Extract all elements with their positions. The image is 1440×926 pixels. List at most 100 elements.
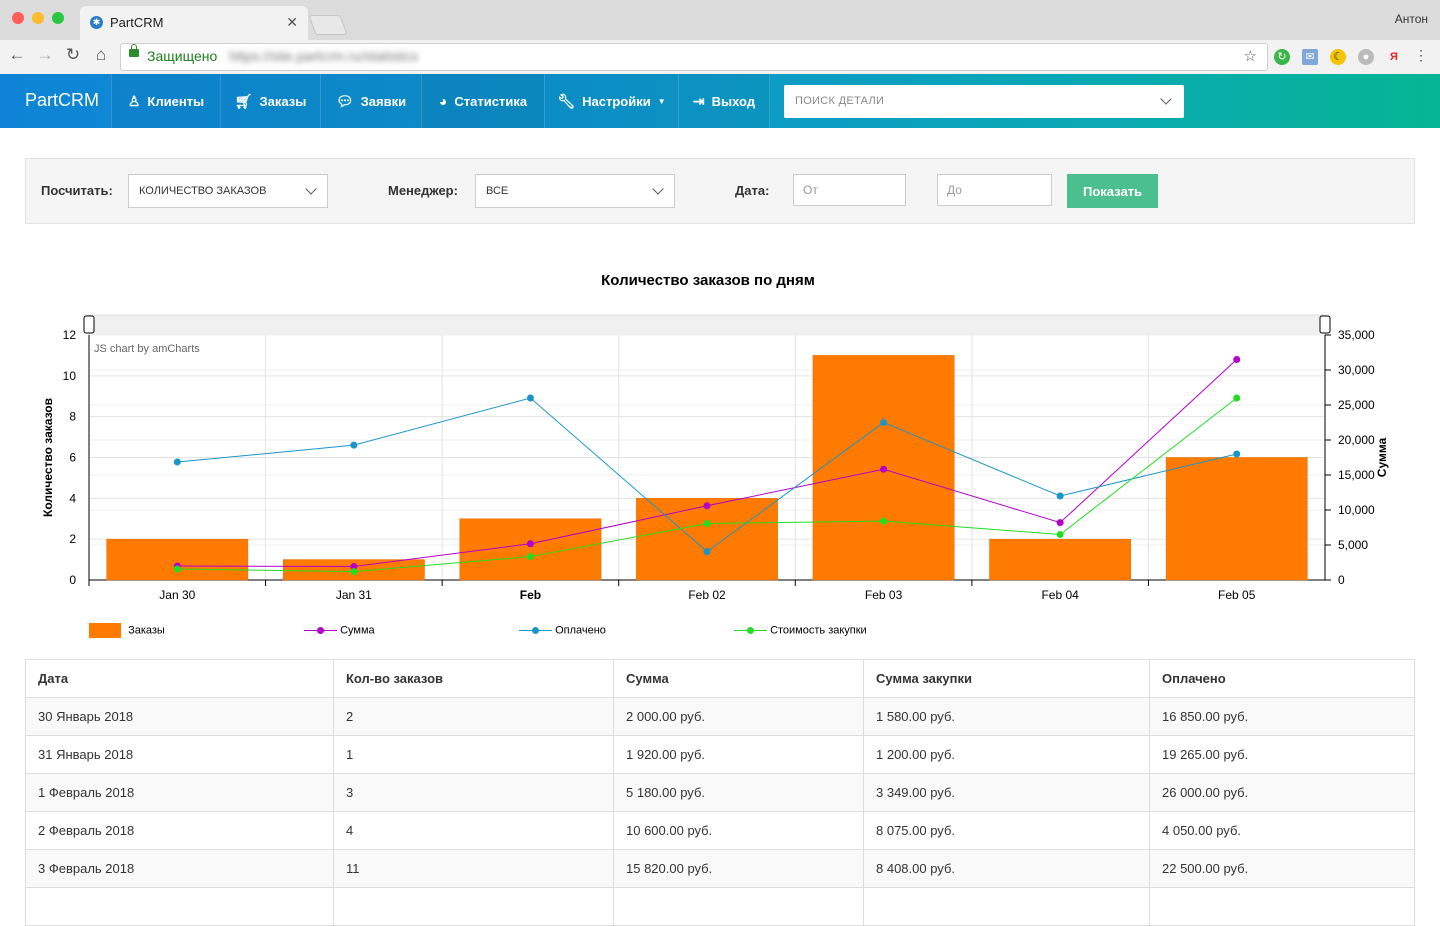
- yandex-icon[interactable]: Я: [1386, 49, 1402, 65]
- cell-paid: 26 000.00 руб.: [1149, 773, 1415, 812]
- manager-select[interactable]: ВСЕ: [475, 174, 675, 208]
- mail-icon[interactable]: ✉: [1302, 49, 1318, 65]
- series-point: [1056, 519, 1064, 527]
- cell-purchase: 1 580.00 руб.: [863, 697, 1150, 736]
- bookmark-star-icon[interactable]: ☆: [1244, 47, 1257, 65]
- series-point: [1056, 531, 1064, 538]
- nav-clients-label: Клиенты: [147, 93, 205, 109]
- series-point: [173, 458, 181, 466]
- series-point: [1233, 356, 1241, 363]
- count-select-value: КОЛИЧЕСТВО ЗАКАЗОВ: [139, 185, 267, 197]
- legend-swatch-orders: [89, 623, 121, 638]
- minimize-window-button[interactable]: [32, 12, 44, 24]
- scrollbar-left-handle: [83, 315, 95, 334]
- show-button[interactable]: Показать: [1067, 174, 1158, 208]
- nav-orders-label: Заказы: [259, 93, 307, 109]
- y-right-tick-label: 25,000: [1338, 398, 1375, 412]
- legend-label-orders: Заказы: [128, 624, 165, 637]
- new-tab-button[interactable]: [308, 15, 348, 35]
- back-icon[interactable]: ←: [6, 45, 28, 65]
- legend-item-purchase[interactable]: Стоимость закупки: [734, 623, 867, 638]
- col-header-purchase[interactable]: Сумма закупки: [863, 659, 1150, 698]
- y-right-tick-label: 5,000: [1338, 538, 1368, 552]
- extension-green-icon[interactable]: ↻: [1274, 49, 1290, 65]
- series-point: [703, 548, 711, 556]
- chart-scrollbar: [88, 314, 1326, 336]
- legend-item-orders[interactable]: Заказы: [89, 623, 165, 638]
- bar-orders: [459, 518, 602, 581]
- filter-panel: Посчитать: КОЛИЧЕСТВО ЗАКАЗОВ Менеджер: …: [25, 158, 1415, 224]
- y-right-axis-title: Сумма: [1375, 437, 1389, 477]
- col-header-count[interactable]: Кол-во заказов: [333, 659, 614, 698]
- count-select[interactable]: КОЛИЧЕСТВО ЗАКАЗОВ: [128, 174, 328, 208]
- cell-purchase: [863, 887, 1150, 926]
- x-tick-label: Feb 05: [1218, 588, 1256, 602]
- reload-icon[interactable]: ↻: [62, 45, 84, 65]
- series-point: [880, 465, 888, 473]
- series-point: [173, 565, 181, 573]
- browser-tab-bar: ✱ PartCRM ✕ Антон: [0, 0, 1440, 40]
- app-navbar: PartCRM ♙ Клиенты 🛒︎ Заказы 💬︎ Заявки ◕ …: [0, 74, 1440, 128]
- nav-statistics-label: Статистика: [454, 93, 528, 109]
- extension-moon-icon[interactable]: ☾: [1330, 49, 1346, 65]
- maximize-window-button[interactable]: [52, 12, 64, 24]
- nav-logout[interactable]: ⇥ Выход: [678, 74, 770, 128]
- cell-count: 2: [333, 697, 614, 736]
- cell-paid: 19 265.00 руб.: [1149, 735, 1415, 774]
- nav-requests-label: Заявки: [360, 93, 407, 109]
- legend-label-purchase: Стоимость закупки: [770, 624, 867, 637]
- nav-clients[interactable]: ♙ Клиенты: [111, 74, 220, 128]
- col-header-sum[interactable]: Сумма: [613, 659, 864, 698]
- series-point: [350, 568, 358, 576]
- close-window-button[interactable]: [12, 12, 24, 24]
- cell-sum: 5 180.00 руб.: [613, 773, 864, 812]
- secure-label: Защищено: [147, 48, 218, 64]
- forward-icon[interactable]: →: [34, 45, 56, 65]
- nav-requests[interactable]: 💬︎ Заявки: [320, 74, 421, 128]
- bar-orders: [989, 538, 1132, 581]
- chevron-down-icon: [1160, 93, 1172, 105]
- x-tick-label: Jan 31: [336, 588, 372, 602]
- tab-title: PartCRM: [110, 15, 164, 30]
- nav-orders[interactable]: 🛒︎ Заказы: [220, 74, 320, 128]
- date-label: Дата:: [735, 183, 770, 198]
- legend-swatch-paid: [519, 623, 552, 638]
- url-text: https://site.partcrm.ru/statistics: [229, 48, 419, 64]
- cart-icon: 🛒︎: [234, 92, 253, 109]
- address-bar[interactable]: Защищено https://site.partcrm.ru/statist…: [120, 43, 1268, 71]
- x-tick-label: Feb 02: [688, 588, 726, 602]
- y-tick-label: 2: [69, 532, 76, 546]
- date-from-input[interactable]: [793, 174, 906, 206]
- col-header-date[interactable]: Дата: [25, 659, 334, 698]
- brand-logo[interactable]: PartCRM: [25, 90, 99, 111]
- chevron-down-icon: [305, 183, 317, 195]
- tab-close-icon[interactable]: ✕: [286, 14, 298, 31]
- nav-statistics[interactable]: ◕ Статистика: [421, 74, 544, 128]
- series-point: [1233, 394, 1241, 402]
- cell-count: 11: [333, 849, 614, 888]
- col-header-paid[interactable]: Оплачено: [1149, 659, 1415, 698]
- cell-sum: 15 820.00 руб.: [613, 849, 864, 888]
- cell-count: 1: [333, 735, 614, 774]
- bar-orders: [1165, 457, 1308, 581]
- pie-chart-icon: ◕: [438, 93, 448, 109]
- nav-settings-label: Настройки: [582, 93, 651, 109]
- browser-tab[interactable]: ✱ PartCRM ✕: [80, 6, 308, 40]
- date-to-input[interactable]: [937, 174, 1052, 206]
- home-icon[interactable]: ⌂: [90, 45, 112, 65]
- part-search-placeholder: ПОИСК ДЕТАЛИ: [795, 95, 885, 107]
- cell-count: 3: [333, 773, 614, 812]
- series-point: [526, 540, 534, 548]
- nav-settings[interactable]: 🔧︎ Настройки ▼: [544, 74, 678, 128]
- menu-dots-icon[interactable]: ⋮: [1410, 47, 1432, 64]
- legend-item-paid[interactable]: Оплачено: [519, 623, 606, 638]
- part-search-select[interactable]: ПОИСК ДЕТАЛИ: [784, 85, 1184, 118]
- extension-person-icon[interactable]: ●: [1358, 49, 1374, 65]
- profile-name[interactable]: Антон: [1395, 12, 1428, 26]
- y-right-tick-label: 10,000: [1338, 503, 1375, 517]
- table-row: 1 Февраль 2018 3 5 180.00 руб. 3 349.00 …: [25, 773, 1415, 812]
- legend-item-sum[interactable]: Сумма: [304, 623, 375, 638]
- chart-credit: JS chart by amCharts: [94, 343, 200, 355]
- scrollbar-right-handle: [1319, 315, 1331, 334]
- series-point: [880, 517, 888, 525]
